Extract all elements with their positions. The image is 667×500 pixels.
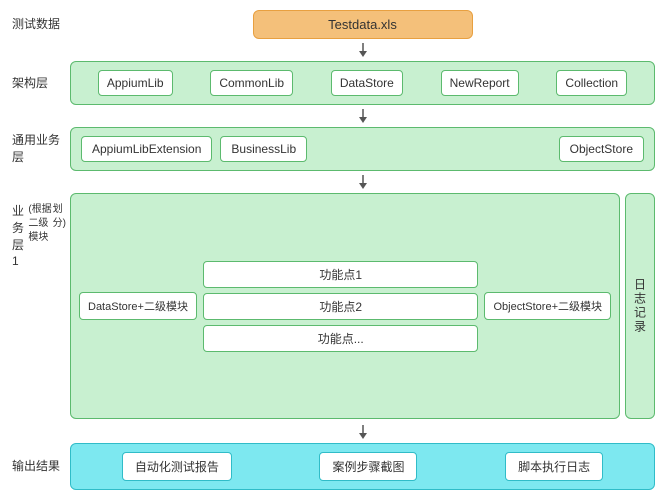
arrow-svg-2 [357,109,369,123]
output-log: 脚本执行日志 [505,452,603,481]
output-layer: 输出结果 自动化测试报告 案例步骤截图 脚本执行日志 [12,443,655,490]
testdata-label: 测试数据 [12,10,70,39]
output-container: 自动化测试报告 案例步骤截图 脚本执行日志 [70,443,655,490]
common-businesslib: BusinessLib [220,136,307,162]
arch-container: AppiumLib CommonLib DataStore NewReport … [70,61,655,105]
feature-3: 功能点... [203,325,479,352]
arch-newreport: NewReport [441,70,519,96]
biz1-container: DataStore+二级模块 功能点1 功能点2 功能点... ObjectSt… [70,193,620,419]
arrow-common-biz [12,175,655,189]
biz1-label: 业务层1(根据二级模块划分) [12,193,70,419]
biz1-features: 功能点1 功能点2 功能点... [203,261,479,352]
arch-datastore: DataStore [331,70,403,96]
output-report: 自动化测试报告 [122,452,232,481]
biz1-objectstore: ObjectStore+二级模块 [484,292,611,320]
common-appiumext: AppiumLibExtension [81,136,212,162]
output-label: 输出结果 [12,443,70,490]
testdata-box: Testdata.xls [253,10,473,39]
feature-1: 功能点1 [203,261,479,288]
common-layer: 通用业务层 AppiumLibExtension BusinessLib Obj… [12,127,655,171]
arrow-svg-1 [357,43,369,57]
arch-label: 架构层 [12,61,70,105]
log-sidebar: 日志记录 [625,193,655,419]
arch-layer: 架构层 AppiumLib CommonLib DataStore NewRep… [12,61,655,105]
testdata-layer: 测试数据 Testdata.xls [12,10,655,39]
output-screenshot: 案例步骤截图 [319,452,417,481]
arrow-svg-3 [357,175,369,189]
common-objectstore: ObjectStore [559,136,644,162]
arrow-biz1-output [12,425,655,439]
common-container: AppiumLibExtension BusinessLib ObjectSto… [70,127,655,171]
biz1-layer: 业务层1(根据二级模块划分) DataStore+二级模块 功能点1 功能点2 … [12,193,655,419]
arrow-arch-common [12,109,655,123]
arrow-testdata-arch [12,43,655,57]
arch-collection: Collection [556,70,627,96]
feature-2: 功能点2 [203,293,479,320]
arch-appiumlib: AppiumLib [98,70,173,96]
diagram-container: 测试数据 Testdata.xls 架构层 AppiumLib CommonLi… [0,0,667,500]
arch-commonlib: CommonLib [210,70,293,96]
common-label: 通用业务层 [12,127,70,171]
biz1-datastore: DataStore+二级模块 [79,292,197,320]
arrow-svg-4 [357,425,369,439]
